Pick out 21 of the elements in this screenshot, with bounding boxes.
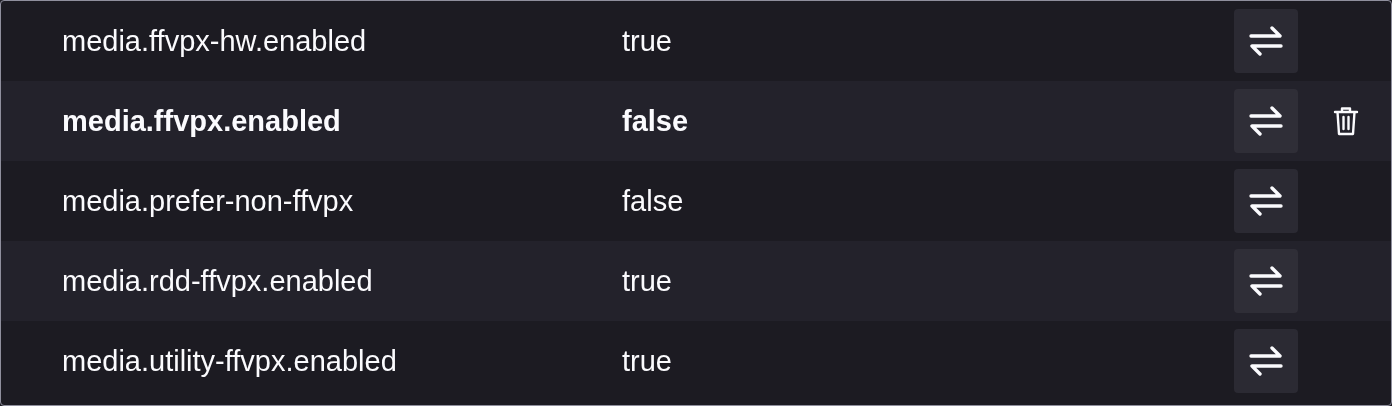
pref-value: true [622,24,673,58]
pref-name: media.ffvpx.enabled [61,104,342,138]
swap-arrows-icon [1249,26,1283,56]
toggle-button[interactable] [1234,89,1298,153]
toggle-button[interactable] [1234,329,1298,393]
pref-value: false [622,184,685,218]
toggle-button[interactable] [1234,169,1298,233]
pref-name: media.rdd-ffvpx.enabled [61,264,374,298]
pref-value: true [622,344,673,378]
pref-value: false [622,104,690,138]
swap-arrows-icon [1249,346,1283,376]
pref-name: media.utility-ffvpx.enabled [61,344,398,378]
swap-arrows-icon [1249,106,1283,136]
trash-icon [1333,106,1359,136]
pref-name: media.ffvpx-hw.enabled [61,24,368,58]
swap-arrows-icon [1249,266,1283,296]
pref-value: true [622,264,673,298]
toggle-button[interactable] [1234,249,1298,313]
toggle-button[interactable] [1234,9,1298,73]
swap-arrows-icon [1249,186,1283,216]
pref-name: media.prefer-non-ffvpx [61,184,355,218]
